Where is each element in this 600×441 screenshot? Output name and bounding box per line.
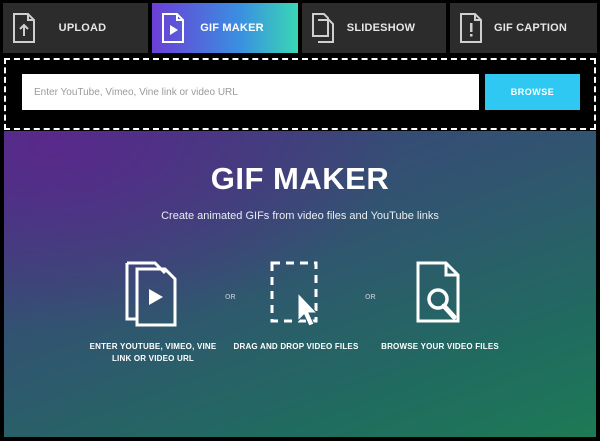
tool-tabs: UPLOAD GIF MAKER SLIDESHOW GIF CAPTION: [0, 0, 600, 56]
tab-upload-label: UPLOAD: [58, 22, 107, 34]
tab-slideshow-label: SLIDESHOW: [346, 22, 416, 34]
video-files-icon: [125, 261, 177, 327]
browse-search-file-icon: [416, 261, 460, 323]
gif-maker-hero: GIF MAKER Create animated GIFs from vide…: [4, 131, 596, 437]
drag-drop-cursor-icon: [270, 261, 319, 327]
option-browse-files-label: BROWSE YOUR VIDEO FILES: [381, 342, 499, 351]
caption-alert-icon: [460, 13, 482, 43]
option-drag-drop-label: DRAG AND DROP VIDEO FILES: [233, 342, 359, 351]
tab-gif-caption-label: GIF CAPTION: [493, 22, 568, 34]
slideshow-icon: [312, 13, 334, 43]
video-url-input[interactable]: [22, 74, 479, 110]
video-file-icon: [162, 13, 184, 43]
tab-gif-maker-label: GIF MAKER: [200, 22, 264, 34]
browse-button[interactable]: BROWSE: [485, 74, 580, 110]
tab-gif-maker[interactable]: GIF MAKER: [152, 3, 298, 53]
option-enter-url-label: ENTER YOUTUBE, VIMEO, VINE LINK OR VIDEO…: [89, 342, 217, 363]
tab-upload[interactable]: UPLOAD: [3, 3, 148, 53]
url-drop-zone[interactable]: BROWSE: [4, 58, 596, 130]
page-subtitle: Create animated GIFs from video files an…: [161, 210, 439, 222]
upload-file-icon: [13, 13, 35, 43]
tab-slideshow[interactable]: SLIDESHOW: [302, 3, 446, 53]
option-drag-drop: DRAG AND DROP VIDEO FILES: [231, 259, 361, 353]
or-separator: OR: [365, 294, 376, 301]
tab-gif-caption[interactable]: GIF CAPTION: [450, 3, 597, 53]
option-enter-url: ENTER YOUTUBE, VIMEO, VINE LINK OR VIDEO…: [88, 259, 218, 365]
option-browse-files[interactable]: BROWSE YOUR VIDEO FILES: [375, 259, 505, 353]
page-title: GIF MAKER: [210, 161, 390, 196]
